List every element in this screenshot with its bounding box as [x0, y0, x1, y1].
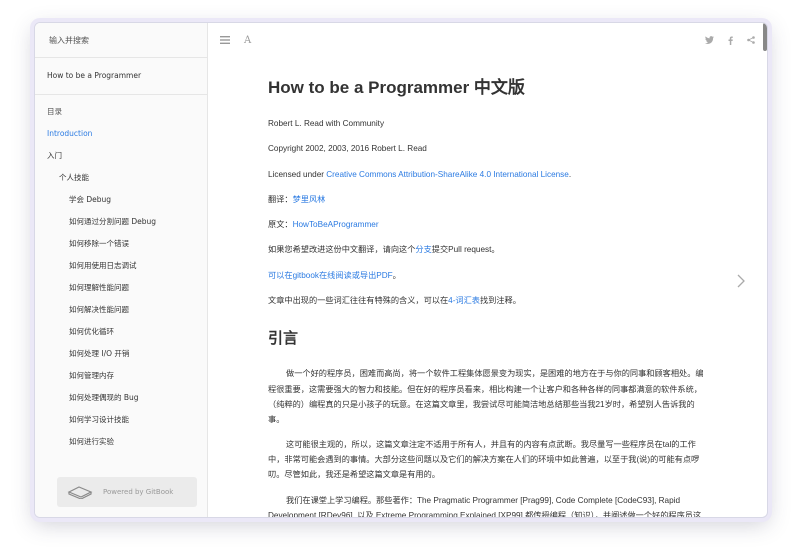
next-page-chevron-icon[interactable] — [737, 273, 745, 292]
article: How to be a Programmer 中文版 Robert L. Rea… — [268, 63, 708, 518]
gitbook-label: Powered by GitBook — [103, 488, 174, 496]
facebook-icon[interactable] — [728, 36, 733, 45]
toc-item-debug-with-log[interactable]: 如何用使用日志调试 — [35, 255, 207, 277]
license-prefix: Licensed under — [268, 169, 327, 179]
page-title: How to be a Programmer 中文版 — [268, 78, 525, 97]
intro-paragraph-2: 这可能很主观的，所以，这篇文章注定不适用于所有人，并且有的内容有点武断。我尽量写… — [268, 440, 700, 480]
toc-nav: 目录 Introduction 入门 个人技能 学会 Debug 如何通过分割问… — [35, 101, 207, 453]
toc-item-beginner[interactable]: 入门 — [35, 145, 207, 167]
original-prefix: 原文： — [268, 220, 293, 230]
intro-paragraph-3: 我们在课堂上学习编程。那些著作：The Pragmatic Programmer… — [268, 495, 702, 518]
license-line: Licensed under Creative Commons Attribut… — [268, 169, 708, 181]
toc-item-optimize-loops[interactable]: 如何优化循环 — [35, 321, 207, 343]
translator-prefix: 翻译： — [268, 194, 293, 204]
copyright-line: Copyright 2002, 2003, 2016 Robert L. Rea… — [268, 144, 427, 154]
glossary-suffix: 找到注释。 — [479, 296, 521, 306]
original-line: 原文：HowToBeAProgrammer — [268, 219, 708, 231]
improve-line: 如果您希望改进这份中文翻译，请向这个分支提交Pull request。 — [268, 244, 708, 256]
toc-item-intermittent-bugs[interactable]: 如何处理偶现的 Bug — [35, 387, 207, 409]
branch-link[interactable]: 分支 — [415, 245, 431, 254]
author-line: Robert L. Read with Community — [268, 119, 385, 128]
toc-item-personal-skills[interactable]: 个人技能 — [35, 167, 207, 189]
sidebar: How to be a Programmer 目录 Introduction 入… — [35, 23, 208, 517]
share-buttons — [705, 36, 755, 45]
toc-item-fix-performance[interactable]: 如何解决性能问题 — [35, 299, 207, 321]
glossary-line: 文章中出现的一些词汇往往有特殊的含义，可以在4-词汇表找到注释。 — [268, 295, 708, 307]
scrollbar-thumb[interactable] — [763, 23, 767, 51]
toc-item-debug-by-splitting[interactable]: 如何通过分割问题 Debug — [35, 211, 207, 233]
glossary-prefix: 文章中出现的一些词汇往往有特殊的含义，可以在 — [268, 296, 449, 306]
toc-header: 目录 — [47, 107, 62, 116]
improve-suffix: 提交Pull request。 — [431, 245, 500, 255]
book-title-link[interactable]: How to be a Programmer — [35, 58, 207, 95]
license-suffix: . — [568, 169, 572, 179]
section-title: 引言 — [268, 330, 299, 348]
improve-prefix: 如果您希望改进这份中文翻译，请向这个 — [268, 245, 416, 255]
search-bar — [35, 23, 207, 58]
license-link[interactable]: Creative Commons Attribution-ShareAlike … — [326, 170, 569, 179]
toc-item-introduction[interactable]: Introduction — [35, 123, 207, 145]
search-input[interactable] — [47, 34, 201, 46]
browser-window: How to be a Programmer 目录 Introduction 入… — [34, 22, 768, 518]
toc-item-learn-debug[interactable]: 学会 Debug — [35, 189, 207, 211]
gitbook-read-suffix: 。 — [392, 270, 401, 280]
translator-link[interactable]: 梦里风林 — [293, 195, 326, 204]
toc-item-experiments[interactable]: 如何进行实验 — [35, 431, 207, 453]
toc-item-remove-error[interactable]: 如何移除一个错误 — [35, 233, 207, 255]
menu-toggle-icon[interactable] — [220, 36, 230, 44]
toc-item-manage-memory[interactable]: 如何管理内存 — [35, 365, 207, 387]
toolbar: A — [208, 23, 767, 57]
gitbook-icon — [67, 486, 93, 499]
font-settings-button[interactable]: A — [244, 35, 251, 46]
share-icon[interactable] — [747, 36, 755, 45]
glossary-link[interactable]: 4-词汇表 — [448, 296, 480, 305]
gitbook-badge[interactable]: Powered by GitBook — [57, 477, 197, 507]
intro-paragraph-1: 做一个好的程序员，困难而高尚，将一个软件工程集体愿景变为现实，是困难的地方在于与… — [268, 369, 704, 424]
toc-item-design-skills[interactable]: 如何学习设计技能 — [35, 409, 207, 431]
gitbook-read-link[interactable]: 可以在gitbook在线阅读或导出PDF — [268, 271, 393, 280]
toc-item-io-cost[interactable]: 如何处理 I/O 开销 — [35, 343, 207, 365]
twitter-icon[interactable] — [705, 36, 714, 45]
original-link[interactable]: HowToBeAProgrammer — [293, 220, 379, 229]
gitbook-read-line: 可以在gitbook在线阅读或导出PDF。 — [268, 270, 708, 282]
translator-line: 翻译：梦里风林 — [268, 194, 708, 206]
toc-item-understand-performance[interactable]: 如何理解性能问题 — [35, 277, 207, 299]
